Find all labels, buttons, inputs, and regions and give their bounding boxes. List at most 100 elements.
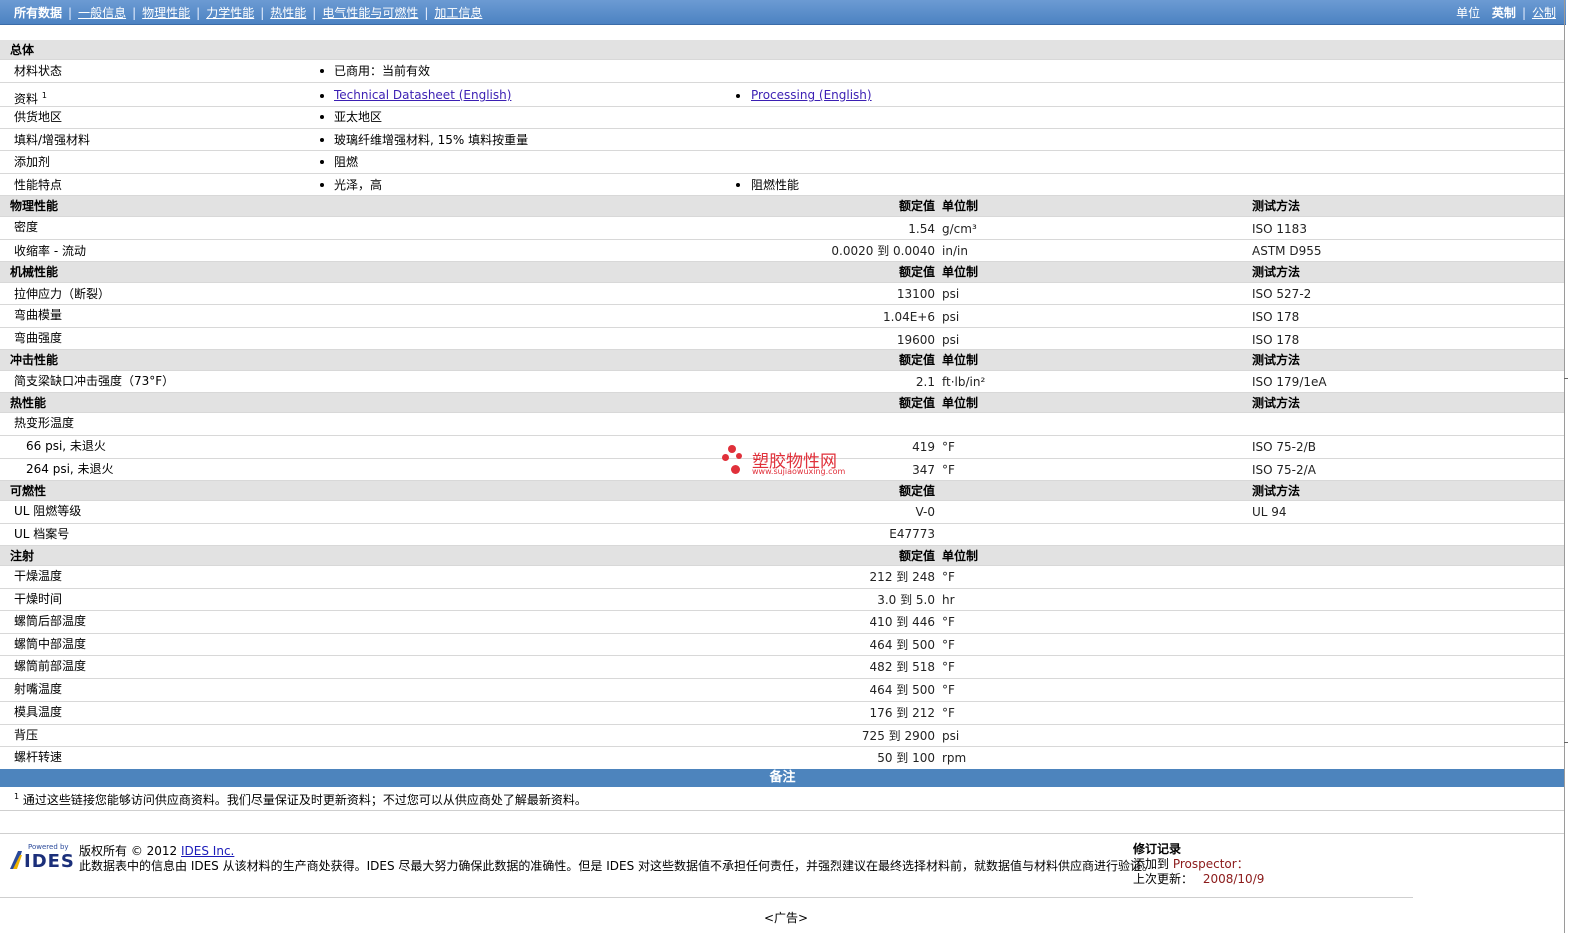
row-test-method: ISO 75-2/A bbox=[1252, 463, 1316, 477]
row-unit: °F bbox=[942, 615, 955, 629]
unit-header: 单位制 bbox=[942, 396, 979, 410]
row-label: 264 psi, 未退火 bbox=[26, 462, 114, 476]
notes-header: 备注 bbox=[0, 769, 1565, 787]
section-title: 可燃性 bbox=[10, 484, 47, 498]
table-row-group: 热变形温度 bbox=[0, 413, 1565, 436]
row-value: 419 bbox=[912, 440, 935, 454]
row-value: 347 bbox=[912, 463, 935, 477]
row-label: 添加剂 bbox=[14, 155, 51, 169]
table-row: UL 档案号 E47773 bbox=[0, 524, 1565, 546]
table-row: 添加剂 阻燃 bbox=[0, 151, 1565, 174]
table-row: 螺筒后部温度 410 到 446 °F bbox=[0, 611, 1565, 634]
nominal-header: 额定值 bbox=[898, 353, 935, 367]
table-row: 螺筒前部温度 482 到 518 °F bbox=[0, 656, 1565, 679]
unit-english-button[interactable]: 英制 bbox=[1492, 6, 1516, 20]
row-unit: psi bbox=[942, 287, 960, 301]
row-test-method: ASTM D955 bbox=[1252, 244, 1322, 258]
test-method-header: 测试方法 bbox=[1252, 199, 1301, 213]
nav-separator: | bbox=[424, 6, 429, 20]
table-row: 简支梁缺口冲击强度（73°F） 2.1 ft·lb/in² ISO 179/1e… bbox=[0, 371, 1565, 393]
nav-separator: | bbox=[1521, 6, 1526, 20]
test-method-header: 测试方法 bbox=[1252, 396, 1301, 410]
row-value: 玻璃纤维增强材料, 15% 填料按重量 bbox=[334, 133, 529, 147]
row-value: 阻燃 bbox=[334, 155, 359, 169]
divider bbox=[0, 897, 1413, 898]
prospector-label: Prospector： bbox=[1172, 857, 1249, 871]
row-label: UL 阻燃等级 bbox=[14, 504, 82, 518]
nominal-header: 额定值 bbox=[898, 484, 935, 498]
unit-metric-link[interactable]: 公制 bbox=[1532, 6, 1556, 20]
row-value: 1.54 bbox=[908, 222, 935, 236]
table-row: 螺杆转速 50 到 100 rpm bbox=[0, 747, 1565, 769]
row-value: 212 到 248 bbox=[869, 570, 935, 584]
row-unit: °F bbox=[942, 570, 955, 584]
row-value: 光泽，高 bbox=[334, 178, 383, 192]
table-row: 资料 1 Technical Datasheet (English) Proce… bbox=[0, 83, 1565, 107]
test-method-header: 测试方法 bbox=[1252, 265, 1301, 279]
technical-datasheet-link[interactable]: Technical Datasheet (English) bbox=[334, 85, 511, 105]
watermark-url: www.sujiaowuxing.com bbox=[752, 467, 846, 476]
row-label: 简支梁缺口冲击强度（73°F） bbox=[14, 374, 175, 388]
row-unit: psi bbox=[942, 729, 960, 743]
nav-thermal[interactable]: 热性能 bbox=[270, 6, 306, 20]
row-label: 螺筒后部温度 bbox=[14, 614, 87, 628]
row-test-method: UL 94 bbox=[1252, 505, 1287, 519]
bullet-icon bbox=[320, 69, 324, 73]
table-row: 收缩率 - 流动 0.0020 到 0.0040 in/in ASTM D955 bbox=[0, 240, 1565, 262]
row-value: V-0 bbox=[915, 505, 935, 519]
ad-label: <广告> bbox=[764, 911, 809, 925]
nav-all-data[interactable]: 所有数据 bbox=[14, 6, 62, 20]
row-unit: °F bbox=[942, 463, 955, 477]
last-updated-date: 2008/10/9 bbox=[1202, 872, 1265, 886]
row-label: 弯曲模量 bbox=[14, 308, 63, 322]
watermark-dot bbox=[728, 445, 736, 453]
row-value: 464 到 500 bbox=[869, 638, 935, 652]
company-link[interactable]: IDES Inc. bbox=[181, 844, 234, 858]
table-row: 弯曲模量 1.04E+6 psi ISO 178 bbox=[0, 305, 1565, 328]
scrollbar-tick bbox=[1564, 742, 1568, 743]
added-to-row: 添加到 Prospector： bbox=[1133, 857, 1249, 871]
footnote-marker: 1 bbox=[41, 91, 47, 100]
disclaimer: 此数据表中的信息由 IDES 从该材料的生产商处获得。IDES 尽最大努力确保此… bbox=[79, 859, 1155, 873]
row-unit: °F bbox=[942, 440, 955, 454]
section-title: 总体 bbox=[10, 43, 35, 57]
row-label: 模具温度 bbox=[14, 705, 63, 719]
row-unit: °F bbox=[942, 683, 955, 697]
row-label: 密度 bbox=[14, 220, 39, 234]
bullet-icon bbox=[736, 94, 740, 98]
nav-processing[interactable]: 加工信息 bbox=[434, 6, 482, 20]
section-header-injection: 注射 额定值 单位制 bbox=[0, 546, 1565, 566]
copyright-text: 版权所有 © 2012 bbox=[79, 844, 178, 858]
nav-separator: | bbox=[132, 6, 137, 20]
logo-powered-by: Powered by bbox=[28, 843, 69, 851]
processing-link[interactable]: Processing (English) bbox=[751, 85, 872, 105]
bullet-icon bbox=[320, 138, 324, 142]
table-row: 干燥温度 212 到 248 °F bbox=[0, 566, 1565, 589]
nav-mechanical[interactable]: 力学性能 bbox=[206, 6, 254, 20]
table-row: UL 阻燃等级 V-0 UL 94 bbox=[0, 501, 1565, 524]
nav-physical[interactable]: 物理性能 bbox=[142, 6, 190, 20]
nominal-header: 额定值 bbox=[898, 549, 935, 563]
revision-history: 修订记录 添加到 Prospector： 上次更新： 2008/10/9 bbox=[1133, 842, 1264, 887]
test-method-header: 测试方法 bbox=[1252, 353, 1301, 367]
row-value: 13100 bbox=[896, 287, 935, 301]
row-unit: psi bbox=[942, 310, 960, 324]
table-row: 密度 1.54 g/cm³ ISO 1183 bbox=[0, 217, 1565, 240]
scrollbar-edge[interactable] bbox=[1564, 0, 1565, 933]
row-label: 材料状态 bbox=[14, 64, 63, 78]
nav-electrical[interactable]: 电气性能与可燃性 bbox=[322, 6, 418, 20]
table-row: 性能特点 光泽，高 阻燃性能 bbox=[0, 174, 1565, 196]
row-value: 2.1 bbox=[915, 375, 935, 389]
table-row: 背压 725 到 2900 psi bbox=[0, 725, 1565, 747]
row-value: 410 到 446 bbox=[869, 615, 935, 629]
row-value: 482 到 518 bbox=[869, 660, 935, 674]
unit-switcher: 单位 英制 | 公制 bbox=[1456, 4, 1556, 21]
section-title: 注射 bbox=[10, 549, 35, 563]
ides-logo[interactable]: Powered by IDES bbox=[8, 843, 74, 873]
nav-general-info[interactable]: 一般信息 bbox=[78, 6, 126, 20]
row-label: 螺筒前部温度 bbox=[14, 659, 87, 673]
row-value: 19600 bbox=[896, 333, 935, 347]
row-test-method: ISO 527-2 bbox=[1252, 287, 1312, 301]
nav-separator: | bbox=[260, 6, 265, 20]
row-label: 供货地区 bbox=[14, 110, 63, 124]
